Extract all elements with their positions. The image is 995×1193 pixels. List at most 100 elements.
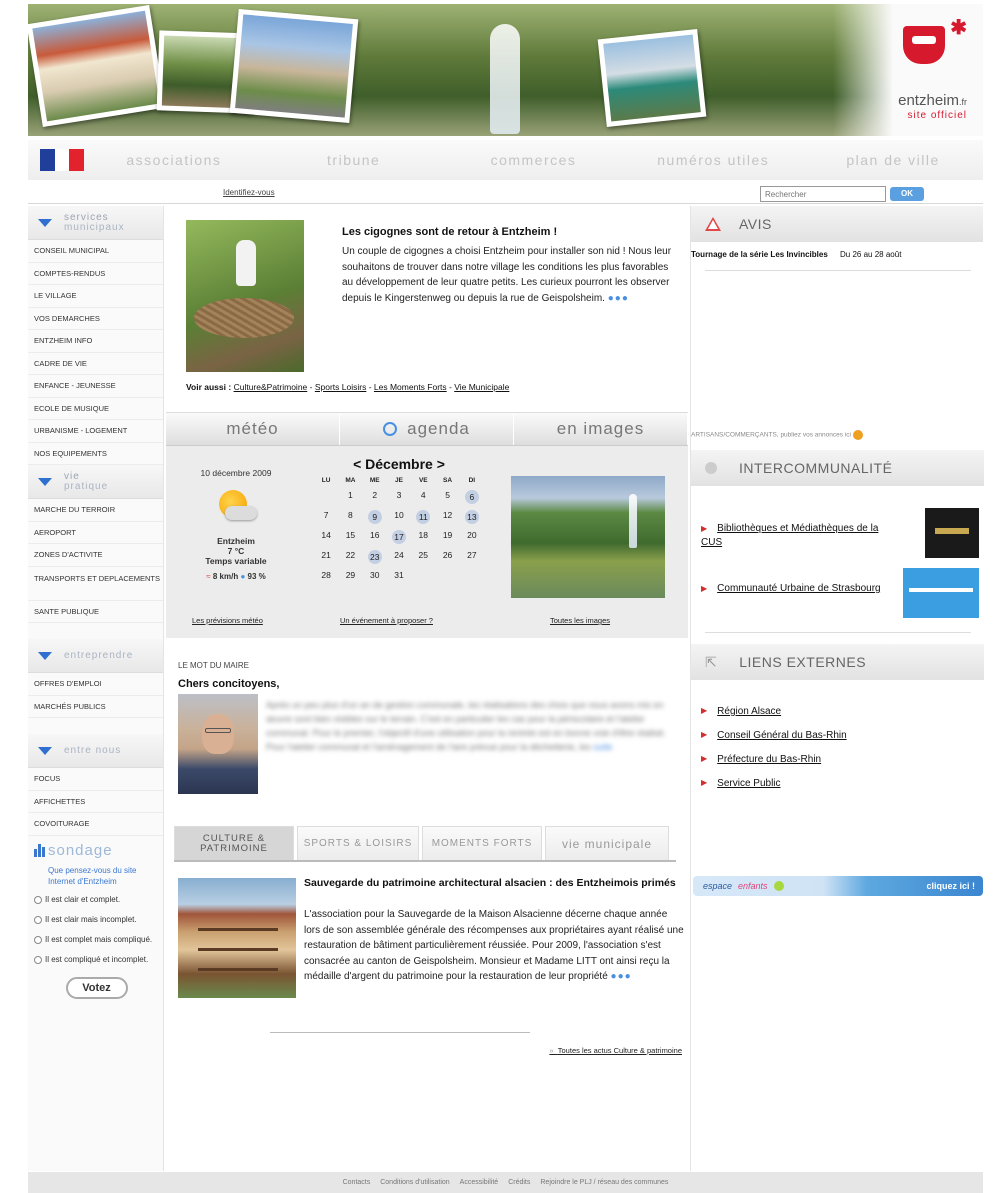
stork-nest-image[interactable] <box>186 220 304 372</box>
calendar-day[interactable]: 7 <box>314 510 338 524</box>
tab-culture-patrimoine[interactable]: CULTURE & PATRIMOINE <box>174 826 294 860</box>
calendar-day[interactable]: 17 <box>387 530 411 544</box>
patrimoine-title[interactable]: Sauvegarde du patrimoine architectural a… <box>304 876 684 891</box>
nav-item-associations[interactable]: associations <box>84 152 264 168</box>
artisans-ad-link[interactable]: ARTISANS/COMMERÇANTS, publiez vos annonc… <box>691 430 863 440</box>
calendar-day[interactable]: 12 <box>435 510 459 524</box>
pond-fountain-image[interactable] <box>511 476 665 598</box>
calendar-day[interactable]: 18 <box>411 530 435 544</box>
logo[interactable]: ✱ entzheim.fr site officiel <box>833 4 983 136</box>
inter-link-cus[interactable]: ▶ Communauté Urbaine de Strasbourg <box>701 582 891 596</box>
sidebar-item-urbanisme-logement[interactable]: URBANISME - LOGEMENT <box>28 420 163 443</box>
calendar-day[interactable]: 15 <box>338 530 362 544</box>
inter-link-bibliotheques[interactable]: ▶ Bibliothèques et Médiathèques de la CUS <box>701 522 891 550</box>
calendar-day[interactable]: 24 <box>387 550 411 564</box>
external-link-prefecture[interactable]: ▶ Préfecture du Bas-Rhin <box>701 754 821 765</box>
poll-option[interactable]: Il est clair mais incomplet. <box>34 915 159 925</box>
sidebar-item-entzheim-info[interactable]: ENTZHEIM INFO <box>28 330 163 353</box>
sidebar-item-focus[interactable]: FOCUS <box>28 768 163 791</box>
calendar-month[interactable]: < Décembre > <box>314 456 484 472</box>
sidebar-item-aeroport[interactable]: AEROPORT <box>28 522 163 544</box>
section-header-entreprendre[interactable]: entreprendre <box>28 639 163 673</box>
mayor-more-link[interactable]: suite <box>593 742 612 752</box>
login-link[interactable]: Identifiez-vous <box>223 188 275 197</box>
sidebar-item-zones-activite[interactable]: ZONES D'ACTIVITE <box>28 544 163 567</box>
weather-forecast-link[interactable]: Les prévisions météo <box>192 616 263 625</box>
calendar-day[interactable]: 13 <box>460 510 484 524</box>
see-also-link-culture[interactable]: Culture&Patrimoine <box>234 382 308 392</box>
strasbourg-eu-logo[interactable] <box>903 568 979 618</box>
calendar-day[interactable]: 27 <box>460 550 484 564</box>
sidebar-item-comptes-rendus[interactable]: COMPTES-RENDUS <box>28 263 163 285</box>
republic-flag-icon[interactable] <box>40 149 85 171</box>
calendar-day[interactable]: 19 <box>435 530 459 544</box>
nav-item-plan-de-ville[interactable]: plan de ville <box>803 152 983 168</box>
nav-item-numeros-utiles[interactable]: numéros utiles <box>623 152 803 168</box>
sidebar-item-marche-du-terroir[interactable]: MARCHE DU TERROIR <box>28 499 163 522</box>
calendar-day[interactable]: 11 <box>411 510 435 524</box>
calendar-day[interactable]: 2 <box>363 490 387 504</box>
bibliotheques-logo[interactable] <box>925 508 979 558</box>
sidebar-item-enfance-jeunesse[interactable]: ENFANCE - JEUNESSE <box>28 375 163 398</box>
calendar-day[interactable]: 20 <box>460 530 484 544</box>
footer-link-rejoindre[interactable]: Rejoindre le PLJ / réseau des communes <box>540 1179 668 1186</box>
calendar-day[interactable]: 9 <box>363 510 387 524</box>
nav-item-commerces[interactable]: commerces <box>444 152 624 168</box>
footer-link-accessibilite[interactable]: Accessibilité <box>460 1179 499 1186</box>
calendar-day[interactable]: 23 <box>363 550 387 564</box>
external-link-region-alsace[interactable]: ▶ Région Alsace <box>701 706 781 717</box>
footer-link-conditions[interactable]: Conditions d'utilisation <box>380 1179 449 1186</box>
tab-moments-forts[interactable]: MOMENTS FORTS <box>422 826 542 860</box>
calendar-day[interactable]: 29 <box>338 570 362 580</box>
feature-title[interactable]: Les cigognes sont de retour à Entzheim ! <box>342 226 682 238</box>
tab-sports-loisirs[interactable]: SPORTS & LOISIRS <box>297 826 419 860</box>
section-header-vie-pratique[interactable]: vie pratique <box>28 465 163 499</box>
sidebar-item-vos-demarches[interactable]: VOS DEMARCHES <box>28 308 163 330</box>
all-culture-news-link[interactable]: » Toutes les actus Culture & patrimoine <box>549 1046 682 1055</box>
calendar-day[interactable]: 5 <box>435 490 459 504</box>
poll-option[interactable]: Il est clair et complet. <box>34 895 159 905</box>
poll-option[interactable]: Il est complet mais compliqué. <box>34 935 159 945</box>
propose-event-link[interactable]: Un événement à proposer ? <box>340 616 433 625</box>
calendar-day[interactable]: 30 <box>363 570 387 580</box>
radio-button[interactable] <box>34 895 42 904</box>
avis-item[interactable]: Tournage de la série Les Invincibles Du … <box>691 250 984 259</box>
radio-button[interactable] <box>34 935 42 944</box>
calendar-day[interactable]: 10 <box>387 510 411 524</box>
calendar-day[interactable]: 3 <box>387 490 411 504</box>
alsatian-house-image[interactable] <box>178 878 296 998</box>
calendar-day[interactable]: 14 <box>314 530 338 544</box>
tab-meteo[interactable]: météo <box>166 413 340 445</box>
calendar-day[interactable]: 6 <box>460 490 484 504</box>
read-more-dots[interactable]: ●●● <box>611 971 632 982</box>
search-input[interactable] <box>760 186 886 202</box>
external-link-service-public[interactable]: ▶ Service Public <box>701 778 781 789</box>
calendar-day[interactable]: 25 <box>411 550 435 564</box>
footer-link-credits[interactable]: Crédits <box>508 1179 530 1186</box>
nav-item-tribune[interactable]: tribune <box>264 152 444 168</box>
sidebar-item-nos-equipements[interactable]: NOS EQUIPEMENTS <box>28 443 163 465</box>
sidebar-item-sante-publique[interactable]: SANTE PUBLIQUE <box>28 601 163 623</box>
tab-vie-municipale[interactable]: vie municipale <box>545 826 669 860</box>
sidebar-item-transports[interactable]: TRANSPORTS ET DEPLACEMENTS <box>28 567 163 601</box>
section-header-services[interactable]: services municipaux <box>28 206 163 240</box>
calendar-day[interactable]: 1 <box>338 490 362 504</box>
see-also-link-moments[interactable]: Les Moments Forts <box>374 382 447 392</box>
sidebar-item-conseil-municipal[interactable]: CONSEIL MUNICIPAL <box>28 240 163 263</box>
calendar-day[interactable]: 16 <box>363 530 387 544</box>
tab-en-images[interactable]: en images <box>514 413 688 445</box>
calendar-day[interactable]: 8 <box>338 510 362 524</box>
footer-link-contacts[interactable]: Contacts <box>343 1179 371 1186</box>
section-header-entre-nous[interactable]: entre nous <box>28 734 163 768</box>
read-more-dots[interactable]: ●●● <box>608 293 629 304</box>
see-also-link-sports[interactable]: Sports Loisirs <box>315 382 367 392</box>
calendar-day[interactable]: 21 <box>314 550 338 564</box>
tab-agenda[interactable]: agenda <box>340 413 514 445</box>
calendar-day[interactable]: 22 <box>338 550 362 564</box>
sidebar-item-cadre-de-vie[interactable]: CADRE DE VIE <box>28 353 163 375</box>
sidebar-item-affichettes[interactable]: AFFICHETTES <box>28 791 163 813</box>
radio-button[interactable] <box>34 915 42 924</box>
calendar-day[interactable]: 4 <box>411 490 435 504</box>
all-images-link[interactable]: Toutes les images <box>550 616 610 625</box>
poll-option[interactable]: Il est compliqué et incomplet. <box>34 955 159 965</box>
